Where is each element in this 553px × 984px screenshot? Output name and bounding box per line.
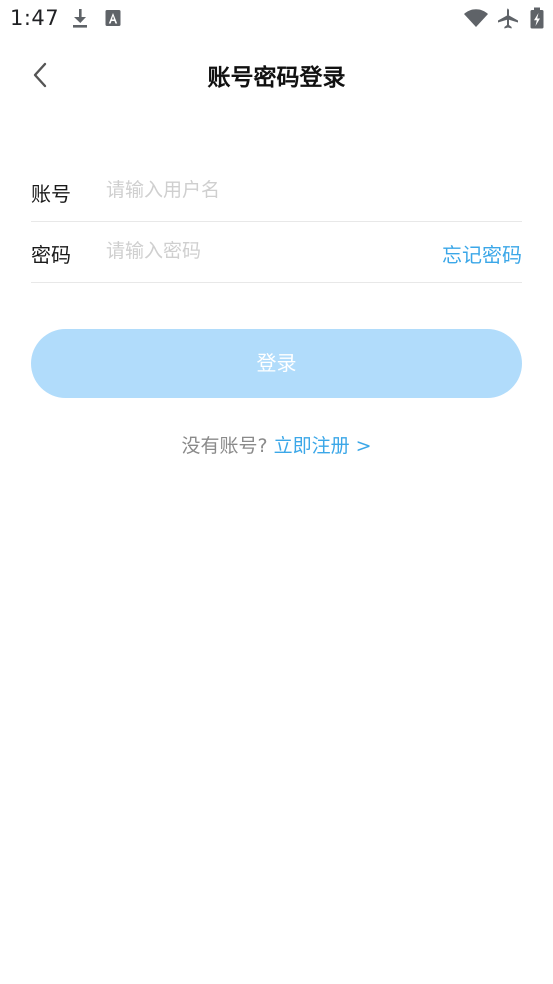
password-input[interactable] bbox=[106, 233, 416, 269]
download-icon bbox=[73, 9, 87, 28]
register-row: 没有账号? 立即注册 > bbox=[0, 431, 553, 458]
status-time: 1:47 bbox=[10, 6, 60, 30]
forgot-password-link[interactable]: 忘记密码 bbox=[442, 239, 522, 268]
account-label: 账号 bbox=[31, 182, 71, 206]
register-link[interactable]: 立即注册 > bbox=[274, 435, 372, 457]
register-hint: 没有账号? bbox=[181, 435, 268, 457]
wifi-icon bbox=[464, 9, 488, 27]
login-button[interactable]: 登录 bbox=[31, 329, 522, 398]
account-row: 账号 bbox=[31, 160, 522, 222]
battery-charging-icon bbox=[530, 7, 544, 29]
page-title: 账号密码登录 bbox=[207, 65, 346, 91]
page-header: 账号密码登录 bbox=[0, 40, 553, 110]
password-label: 密码 bbox=[31, 243, 71, 267]
password-row: 密码 忘记密码 bbox=[31, 221, 522, 283]
account-input[interactable] bbox=[106, 172, 516, 208]
a-text-icon bbox=[105, 10, 121, 26]
airplane-mode-icon bbox=[498, 8, 518, 29]
status-bar: 1:47 bbox=[0, 0, 553, 38]
login-screen: 1:47 账号密码登录 账号 请输入用户名 密码 忘记密码 登录 没有账号? 立… bbox=[0, 0, 553, 984]
